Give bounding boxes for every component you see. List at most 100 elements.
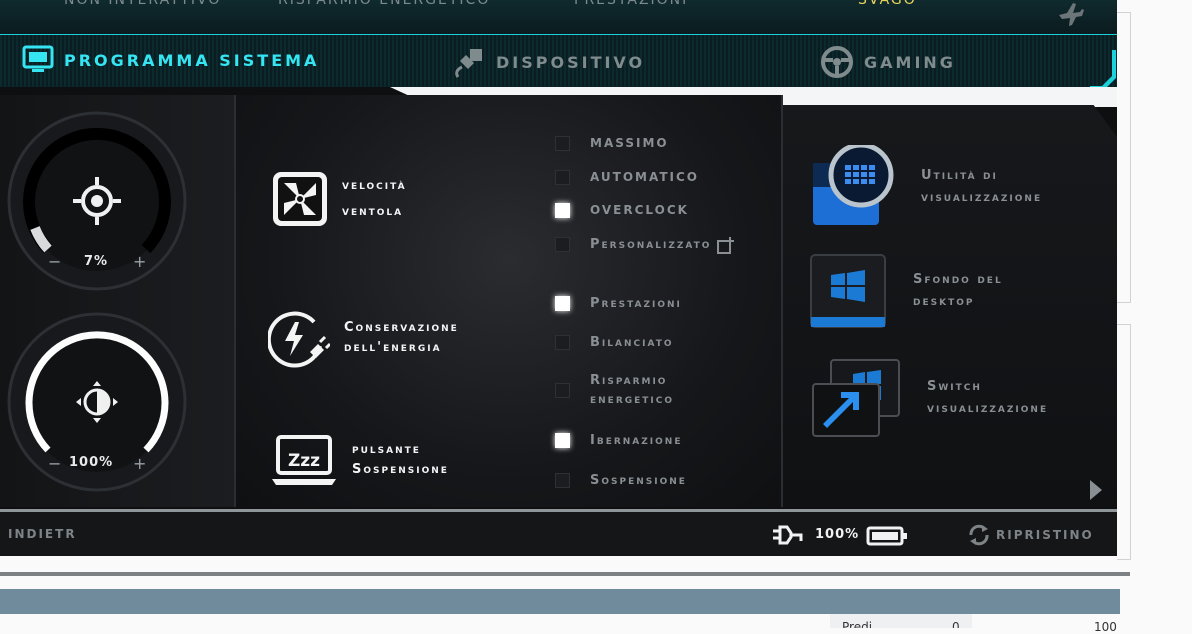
fan-option-automatico[interactable]: AUTOMATICO [555,168,699,187]
option-label-line1: Risparmio [590,373,668,388]
airplane-icon[interactable] [1056,0,1084,28]
energy-label-1: Conservazione [344,320,459,335]
display-switch-icon [812,359,900,437]
sleep-label-2: Sospensione [352,462,449,477]
energy-option-risparmio[interactable]: Risparmio energetico [555,371,674,409]
page-border [1117,12,1131,13]
checkbox-checked[interactable] [555,433,570,448]
profile-risparmio[interactable]: Risparmio energetico [278,0,490,8]
profile-non-interattivo[interactable]: Non interattivo [64,0,221,8]
frame-corner [1090,50,1116,90]
checkbox-checked[interactable] [555,203,570,218]
top-profile-strip: Non interattivo Risparmio energetico Pre… [0,0,1117,36]
separator-line [0,572,1130,576]
page-border [1130,324,1131,560]
table-cell-text: Predi [842,620,873,628]
checkbox[interactable] [555,237,570,252]
page-border [1117,302,1131,303]
brightness-dial[interactable] [4,309,194,499]
bottom-bar: INDIETR 100% RIPRISTINO [0,509,1117,556]
battery-percentage: 100% [815,527,860,542]
reset-button[interactable]: RIPRISTINO [966,523,1094,547]
tab-bar: PROGRAMMA SISTEMA DISPOSITIVO GAMING [0,35,1117,87]
svg-text:Zzz: Zzz [288,451,320,471]
energy-feature: Conservazione dell'energia [268,308,459,368]
sleep-label-1: pulsante [352,442,421,457]
utility-label-2: desktop [913,294,975,309]
checkbox[interactable] [555,473,570,488]
brightness-value: 100% [69,455,114,470]
energy-option-prestazioni[interactable]: Prestazioni [555,294,682,313]
fan-speed-label-2: ventola [342,204,404,219]
utility-label-1: Switch [927,379,982,394]
energy-plug-icon [268,311,330,368]
back-button[interactable]: INDIETR [8,527,77,541]
option-label: Bilanciato [590,335,674,350]
tab-programma-sistema[interactable]: PROGRAMMA SISTEMA [22,45,319,75]
steering-wheel-icon [821,46,853,78]
option-label: Risparmio energetico [590,371,674,409]
next-page-arrow-icon[interactable] [1088,478,1104,502]
fan-speed-feature: velocità ventola [272,171,407,227]
display-utility-icon [813,145,894,225]
brightness-decrease-button[interactable]: − [48,454,61,473]
checkbox-checked[interactable] [555,296,570,311]
tab-gaming[interactable]: GAMING [820,45,956,79]
option-label: OVERCLOCK [590,203,689,217]
brightness-increase-button[interactable]: + [133,454,146,473]
option-label: Personalizzato [590,237,712,252]
ac-plug-icon [773,525,803,545]
tab-label: PROGRAMMA SISTEMA [64,50,320,70]
reset-label: RIPRISTINO [996,528,1094,542]
display-switch-item[interactable]: Switch visualizzazione [811,358,1048,438]
sleep-laptop-icon: Zzz [272,435,336,485]
tab-dispositivo[interactable]: DISPOSITIVO [450,45,645,79]
sleep-button-feature: Zzz pulsante Sospensione [270,433,449,487]
section-header-bar [0,589,1120,614]
page-border [1117,324,1131,325]
fan-decrease-button[interactable]: − [48,252,61,271]
option-label-line2: energetico [590,392,675,407]
control-center-window: Non interattivo Risparmio energetico Pre… [0,0,1117,556]
tab-label: GAMING [864,52,956,72]
settings-panel: velocità ventola Conservazione dell'ener… [236,95,781,507]
fan-increase-button[interactable]: + [133,252,146,271]
page-border [1117,559,1131,560]
checkbox[interactable] [555,136,570,151]
page-border [1130,12,1131,302]
desktop-wallpaper-item[interactable]: Sfondo del desktop [809,253,1003,329]
utility-label-1: Sfondo del [913,272,1003,287]
option-label: MASSIMO [590,136,669,150]
display-utility-item[interactable]: Utilità di visualizzazione [811,145,1042,229]
profile-prestazioni[interactable]: Prestazioni [574,0,688,8]
energy-option-bilanciato[interactable]: Bilanciato [555,333,674,352]
checkbox[interactable] [555,335,570,350]
checkbox[interactable] [555,170,570,185]
option-label: Prestazioni [590,296,682,311]
energy-label-2: dell'energia [344,340,442,355]
divider [781,95,783,507]
utility-label-1: Utilità di [921,168,998,183]
fan-option-overclock[interactable]: OVERCLOCK [555,201,689,220]
profile-svago[interactable]: Svago [858,0,917,8]
option-label: AUTOMATICO [590,170,700,184]
fan-option-personalizzato[interactable]: Personalizzato [555,235,735,254]
edit-custom-icon[interactable] [717,236,735,254]
option-label: Sospensione [590,473,687,488]
fan-option-massimo[interactable]: MASSIMO [555,134,669,153]
table-cell: Predi 0 [830,614,972,628]
battery-icon [866,526,907,546]
plug-icon [455,49,482,78]
windows-wallpaper-icon [810,254,886,328]
utility-label-2: visualizzazione [927,401,1049,416]
fan-icon [273,172,327,226]
sleep-option-sospensione[interactable]: Sospensione [555,471,687,490]
dial-panel: − 7% + − 100% + [0,95,234,507]
checkbox[interactable] [555,382,570,398]
utilities-panel: Utilità di visualizzazione Sfondo del de… [783,105,1117,507]
tab-label: DISPOSITIVO [496,52,646,72]
fan-value: 7% [84,254,109,269]
option-label: Ibernazione [590,433,683,448]
table-cell-number: 0 [952,620,960,628]
sleep-option-ibernazione[interactable]: Ibernazione [555,431,682,450]
